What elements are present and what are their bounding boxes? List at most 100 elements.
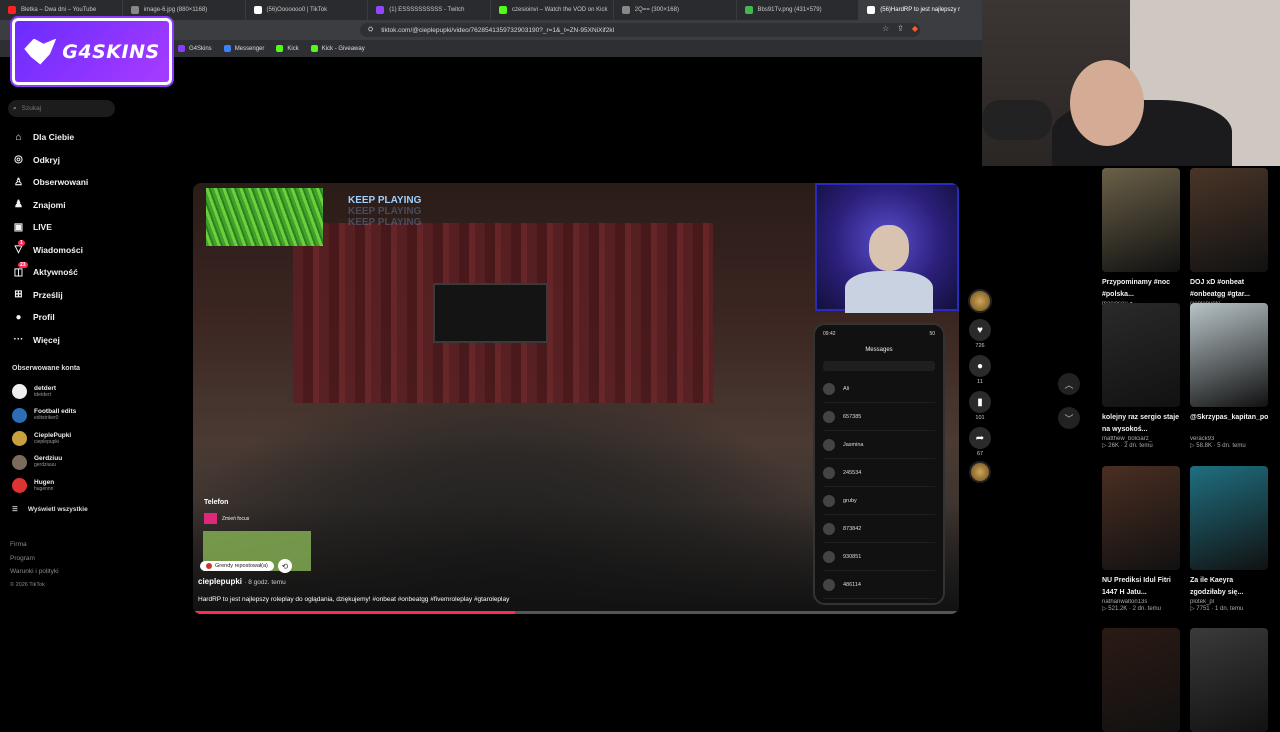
recommended-video[interactable]: DOJ xD #onbeat #onbeatgg #gtar...cieplep…	[1190, 168, 1268, 314]
video-thumbnail[interactable]	[1190, 168, 1268, 272]
sidebar-item[interactable]: ◫ 23 Aktywność	[12, 261, 162, 284]
video-caption: HardRP to jest najlepszy roleplay do ogl…	[198, 596, 510, 603]
followed-account[interactable]: detdert tdetdert	[12, 380, 162, 404]
search-input[interactable]: ⌕ Szukaj	[8, 100, 115, 117]
sidebar-item-label: Więcej	[33, 334, 60, 345]
share-count: 67	[976, 451, 984, 457]
profile-icon: ●	[15, 311, 22, 323]
recommended-video[interactable]: kolejny raz sergio staje na wysokoś... ma…	[1102, 303, 1180, 449]
sidebar-item[interactable]: ♟ Znajomi	[12, 194, 162, 217]
repost-badge[interactable]: Grendy repostował(a)	[200, 561, 274, 571]
video-stats: ▷ 26K · 2 dn. temu	[1102, 442, 1180, 449]
sidebar-item[interactable]: ♙ Obserwowani	[12, 171, 162, 194]
bookmark-item[interactable]: Messenger	[223, 45, 265, 52]
bookmark-favicon-icon	[178, 45, 185, 52]
sidebar-item[interactable]: ··· Więcej	[12, 329, 162, 352]
browser-tab[interactable]: (1) ESSSSSSSSSS - Twitch	[368, 0, 491, 20]
video-thumbnail[interactable]	[1102, 168, 1180, 272]
share-icon[interactable]: ➦	[969, 427, 991, 449]
bookmark-item[interactable]: G4Skins	[178, 45, 212, 52]
account-handle: gerdziuuu	[34, 462, 56, 469]
recommended-video[interactable]: Przypominamy #noc #polska...macioseu ●▷ …	[1102, 168, 1180, 314]
sidebar-item[interactable]: ▽ 1 Wiadomości	[12, 239, 162, 262]
contact-avatar-icon	[823, 438, 835, 451]
next-video-button[interactable]: ﹀	[1058, 407, 1080, 429]
theater-screen	[433, 283, 548, 343]
recommended-video[interactable]: @Skrzypas_kapitan_polska...verack93▷ 58.…	[1190, 303, 1268, 449]
followed-account[interactable]: Gerdziuu gerdziuuu	[12, 451, 162, 475]
repost-icon[interactable]: ⟲	[277, 559, 292, 573]
sidebar-item[interactable]: ▣ LIVE	[12, 216, 162, 239]
streamer-facecam	[815, 183, 959, 313]
view-count: ▷ 58.8K	[1190, 443, 1212, 449]
bookmark-item[interactable]: Kick - Giveaway	[310, 45, 365, 52]
bookmark-icon[interactable]: ▮	[969, 391, 991, 413]
footer-link-terms[interactable]: Warunki i polityki	[10, 565, 59, 579]
browser-tab[interactable]: Bletka – Dwa dni – YouTube	[0, 0, 123, 20]
contact-name: 657385	[843, 413, 862, 420]
upload-icon: ⊞	[14, 289, 23, 301]
video-title: NU Prediksi Idul Fitri 1447 H Jatu...	[1102, 577, 1171, 596]
sidebar-item-label: Obserwowani	[33, 177, 89, 188]
video-thumbnail[interactable]	[1102, 466, 1180, 570]
see-all-button[interactable]: ☰ Wyświetl wszystkie	[12, 505, 88, 514]
bookmark-star-icon[interactable]: ☆	[882, 24, 889, 33]
browser-tab[interactable]: czesioinvi – Watch the VOD on Kick	[491, 0, 614, 20]
phone-contact: gruby	[823, 487, 935, 515]
video-thumbnail[interactable]	[1102, 628, 1180, 732]
video-thumbnail[interactable]	[1190, 303, 1268, 407]
sidebar-item[interactable]: ⊞ Prześlij	[12, 284, 162, 307]
phone-contact: 657385	[823, 403, 935, 431]
recommended-video[interactable]: NU Prediksi Idul Fitri 1447 H Jatu... nat…	[1102, 466, 1180, 612]
contact-avatar-icon	[823, 494, 835, 507]
contact-name: Ali	[843, 385, 850, 392]
share-icon[interactable]: ⇪	[897, 24, 904, 33]
video-author[interactable]: cieplepupki · 8 godz. temu	[198, 577, 286, 586]
user-plus-icon: ♙	[14, 176, 23, 188]
contact-name: 245534	[843, 469, 862, 476]
bookmark-item[interactable]: Kick	[276, 45, 299, 52]
contact-avatar-icon	[823, 382, 835, 395]
recommended-video[interactable]	[1102, 628, 1180, 732]
sidebar-item[interactable]: ◎ Odkryj	[12, 149, 162, 172]
browser-tab[interactable]: image-6.jpg (880×1168)	[123, 0, 246, 20]
url-field[interactable]: ⛭ tiktok.com/@cieplepupki/video/76285413…	[360, 23, 920, 37]
browser-tab[interactable]: 2Q== (300×168)	[614, 0, 737, 20]
footer-link-company[interactable]: Firma	[10, 538, 59, 552]
sidebar-item-label: Profil	[33, 312, 55, 323]
video-thumbnail[interactable]	[1190, 628, 1268, 732]
video-player[interactable]: KEEP PLAYING KEEP PLAYING KEEP PLAYING 0…	[193, 183, 959, 614]
video-title: @Skrzypas_kapitan_polska...	[1190, 414, 1268, 421]
site-info-icon[interactable]: ⛭	[368, 26, 373, 34]
video-progress-bar[interactable]	[193, 611, 959, 614]
video-progress-fill	[193, 611, 515, 614]
followed-account[interactable]: Football edits editstriker0	[12, 404, 162, 428]
video-thumbnail[interactable]	[1190, 466, 1268, 570]
notification-badge: 23	[18, 262, 28, 268]
repost-avatar	[206, 563, 212, 569]
browser-tab[interactable]: (56)HardRP to jest najlepszy r	[859, 0, 982, 20]
browser-tab[interactable]: (56)Ooooooo0 | TikTok	[246, 0, 369, 20]
grass-overlay	[206, 188, 323, 246]
tab-favicon-icon	[253, 6, 262, 14]
creator-avatar[interactable]	[968, 289, 992, 313]
contact-avatar-icon	[823, 550, 835, 563]
tab-favicon-icon	[621, 6, 630, 14]
previous-video-button[interactable]: ︿	[1058, 373, 1080, 395]
comment-icon[interactable]: ●	[969, 355, 991, 377]
like-icon[interactable]: ♥	[969, 319, 991, 341]
followed-account[interactable]: CieplePupki cieplepupki	[12, 427, 162, 451]
browser-tab[interactable]: Bbs91Tv.png (431×579)	[737, 0, 860, 20]
followed-account[interactable]: Hugen hugennn	[12, 474, 162, 498]
sidebar-item[interactable]: ⌂ Dla Ciebie	[12, 126, 162, 149]
footer-link-program[interactable]: Program	[10, 552, 59, 566]
sidebar-item[interactable]: ● Profil	[12, 306, 162, 329]
recommended-video[interactable]: Za ile Kaeyra zgodziłaby się... plotek_pl…	[1190, 466, 1268, 612]
account-handle: hugennn	[34, 485, 54, 492]
video-thumbnail[interactable]	[1102, 303, 1180, 407]
music-disc-icon[interactable]	[969, 461, 991, 483]
streamer-webcam	[982, 0, 1280, 166]
recommended-video[interactable]	[1190, 628, 1268, 732]
brave-shield-icon[interactable]: ◆	[912, 24, 918, 33]
bookmark-label: Messenger	[234, 45, 265, 52]
